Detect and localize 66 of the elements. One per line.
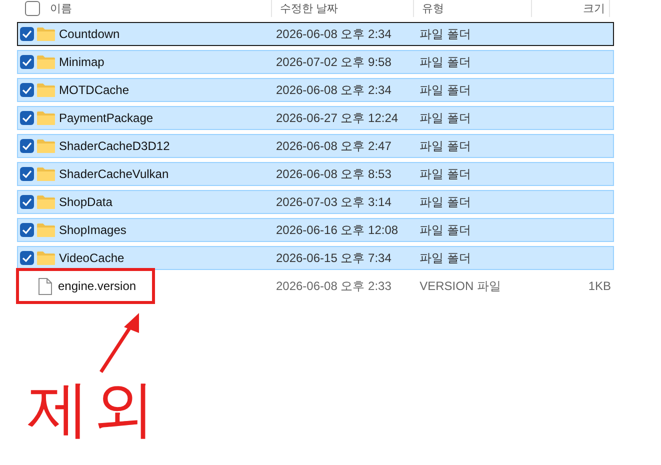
checkbox[interactable] — [20, 139, 34, 153]
handwritten-note: 제외 — [27, 378, 159, 440]
file-name: Minimap — [59, 55, 104, 69]
checkbox[interactable] — [20, 111, 34, 125]
type-text: 파일 폴더 — [420, 250, 471, 266]
checkbox[interactable] — [20, 223, 34, 237]
file-name: engine.version — [58, 279, 136, 293]
date-text: 2026-06-08 오후 2:34 — [276, 82, 392, 98]
type-text: 파일 폴더 — [420, 166, 471, 182]
size-text: 1KB — [588, 279, 611, 293]
folder-icon — [37, 167, 55, 181]
folder-icon — [37, 27, 55, 41]
type-text: 파일 폴더 — [420, 222, 471, 238]
file-name: PaymentPackage — [59, 111, 154, 125]
date-text: 2026-06-08 오후 8:53 — [276, 166, 392, 182]
type-text: 파일 폴더 — [420, 82, 471, 98]
file-name: ShopImages — [59, 223, 126, 237]
date-text: 2026-06-08 오후 2:34 — [276, 26, 392, 42]
checkbox[interactable] — [20, 83, 34, 97]
folder-icon — [37, 55, 55, 69]
folder-icon — [37, 83, 55, 97]
checkbox[interactable] — [20, 167, 34, 181]
checkbox[interactable] — [20, 27, 34, 41]
date-text: 2026-06-15 오후 7:34 — [276, 250, 392, 266]
file-row[interactable]: ShaderCacheVulkan 2026-06-08 오후 8:53 파일 폴더 — [17, 162, 614, 186]
folder-icon — [37, 195, 55, 209]
column-header[interactable]: 이름 — [50, 1, 72, 16]
type-text: 파일 폴더 — [420, 54, 471, 70]
checkbox[interactable] — [20, 195, 34, 209]
column-header[interactable]: 유형 — [422, 1, 444, 16]
file-name: VideoCache — [59, 251, 124, 265]
file-name: Countdown — [59, 27, 120, 41]
file-name: MOTDCache — [59, 83, 130, 97]
folder-icon — [37, 111, 55, 125]
date-text: 2026-07-02 오후 9:58 — [276, 54, 392, 70]
file-row[interactable]: Countdown 2026-06-08 오후 2:34 파일 폴더 — [17, 22, 614, 46]
type-text: VERSION 파일 — [420, 278, 501, 294]
file-row[interactable]: ShaderCacheD3D12 2026-06-08 오후 2:47 파일 폴더 — [17, 134, 614, 158]
file-row[interactable]: VideoCache 2026-06-15 오후 7:34 파일 폴더 — [17, 246, 614, 270]
folder-icon — [37, 223, 55, 237]
folder-icon — [37, 251, 55, 265]
column-header[interactable]: 수정한 날짜 — [280, 1, 338, 16]
checkbox[interactable] — [20, 251, 34, 265]
file-row[interactable]: ShopData 2026-07-03 오후 3:14 파일 폴더 — [17, 190, 614, 214]
file-row[interactable]: PaymentPackage 2026-06-27 오후 12:24 파일 폴더 — [17, 106, 614, 130]
checkbox[interactable] — [20, 55, 34, 69]
document-icon — [38, 278, 52, 294]
file-row[interactable]: ShopImages 2026-06-16 오후 12:08 파일 폴더 — [17, 218, 614, 242]
date-text: 2026-07-03 오후 3:14 — [276, 194, 392, 210]
file-row[interactable]: Minimap 2026-07-02 오후 9:58 파일 폴더 — [17, 50, 614, 74]
date-text: 2026-06-27 오후 12:24 — [276, 110, 398, 126]
type-text: 파일 폴더 — [420, 110, 471, 126]
date-text: 2026-06-08 오후 2:33 — [276, 278, 392, 294]
type-text: 파일 폴더 — [420, 138, 471, 154]
file-name: ShopData — [59, 195, 112, 209]
type-text: 파일 폴더 — [420, 26, 471, 42]
file-name: ShaderCacheD3D12 — [59, 139, 170, 153]
column-header[interactable]: 크기 — [583, 1, 605, 16]
type-text: 파일 폴더 — [420, 194, 471, 210]
file-row[interactable]: MOTDCache 2026-06-08 오후 2:34 파일 폴더 — [17, 78, 614, 102]
date-text: 2026-06-08 오후 2:47 — [276, 138, 392, 154]
date-text: 2026-06-16 오후 12:08 — [276, 222, 398, 238]
folder-icon — [37, 139, 55, 153]
file-row[interactable]: engine.version 2026-06-08 오후 2:33 VERSION 파일 1KB — [17, 274, 614, 298]
file-name: ShaderCacheVulkan — [59, 167, 169, 181]
checkbox[interactable] — [25, 1, 40, 16]
